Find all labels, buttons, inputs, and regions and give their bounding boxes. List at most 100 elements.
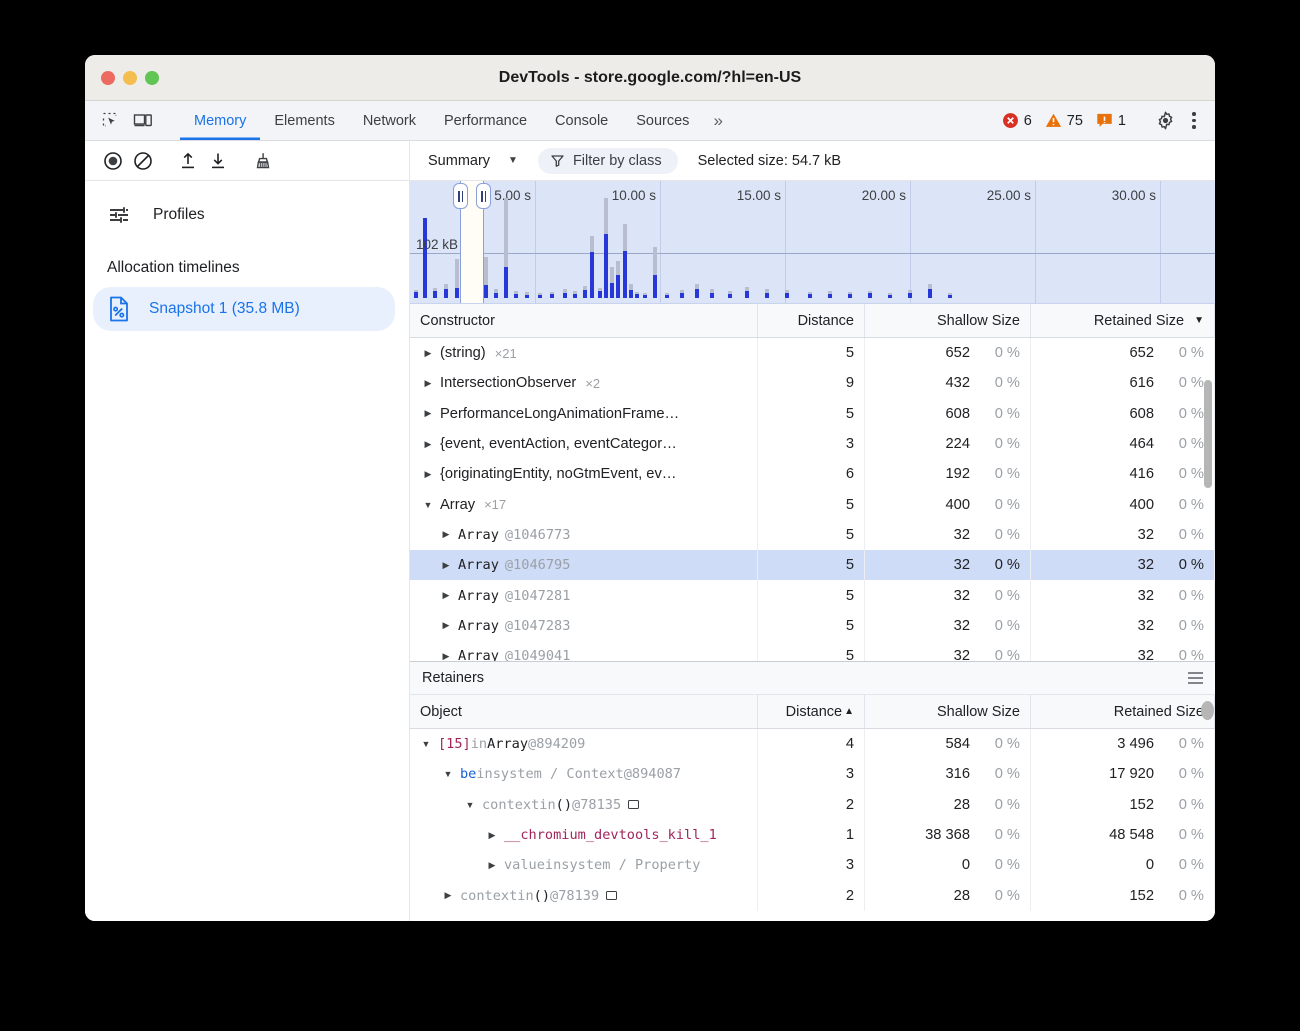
close-button[interactable] (101, 71, 115, 85)
expand-triangle-icon[interactable]: ▶ (420, 439, 436, 450)
retained-size-value: 48 548 (1109, 827, 1154, 843)
collect-garbage-broom-icon[interactable] (249, 148, 277, 174)
tab-elements[interactable]: Elements (260, 101, 348, 140)
expand-triangle-icon[interactable]: ▶ (420, 348, 436, 359)
table-row[interactable]: ▶{event, eventAction, eventCategor…32240… (410, 429, 1215, 459)
more-tabs-button[interactable]: » (703, 101, 732, 140)
expand-triangle-icon[interactable]: ▶ (484, 830, 500, 841)
table-row[interactable]: ▶__chromium_devtools_kill_1138 3680 %48 … (410, 820, 1215, 850)
retained-size-value: 652 (1129, 345, 1154, 361)
expand-triangle-icon[interactable]: ▶ (440, 890, 456, 901)
device-toolbar-icon[interactable] (129, 108, 157, 134)
tab-sources[interactable]: Sources (622, 101, 703, 140)
retained-size-percent: 0 % (1158, 588, 1204, 604)
table-row[interactable]: ▶context in () @781392280 %1520 % (410, 880, 1215, 910)
constructor-cell: ▶Array @1046795 (410, 550, 758, 580)
clear-profiles-icon[interactable] (129, 148, 157, 174)
constructors-scrollbar[interactable] (1200, 304, 1215, 661)
retainers-scrollbar-thumb[interactable] (1201, 701, 1214, 720)
record-heap-allocations-icon[interactable] (99, 148, 127, 174)
overview-bar (455, 288, 459, 298)
table-row[interactable]: ▶PerformanceLongAnimationFrame…56080 %60… (410, 399, 1215, 429)
distance-cell: 5 (758, 338, 865, 368)
info-badge[interactable]: 1 (1091, 112, 1131, 129)
devtools-body: Profiles Allocation timelines Snapshot 1… (85, 181, 1215, 921)
tab-console[interactable]: Console (541, 101, 622, 140)
table-row[interactable]: ▶Array @10467735320 %320 % (410, 520, 1215, 550)
overview-bar (908, 293, 912, 298)
allocation-timeline-overview[interactable]: 5.00 s10.00 s15.00 s20.00 s25.00 s30.00 … (410, 181, 1215, 304)
table-row[interactable]: ▼context in () @781352280 %1520 % (410, 790, 1215, 820)
col-distance[interactable]: Distance (758, 304, 865, 337)
table-row[interactable]: ▶{originatingEntity, noGtmEvent, ev…6192… (410, 459, 1215, 489)
overview-selection-handle-left[interactable] (453, 183, 468, 209)
collapse-triangle-icon[interactable]: ▼ (418, 739, 434, 749)
table-row[interactable]: ▼Array×1754000 %4000 % (410, 489, 1215, 519)
expand-triangle-icon[interactable]: ▶ (438, 620, 454, 631)
table-row[interactable]: ▼be in system / Context @89408733160 %17… (410, 759, 1215, 789)
kebab-menu-icon[interactable] (1183, 112, 1205, 129)
col-shallow-size[interactable]: Shallow Size (865, 304, 1031, 337)
expand-triangle-icon[interactable]: ▶ (420, 378, 436, 389)
sidebar-item-profiles[interactable]: Profiles (85, 193, 409, 237)
collapse-triangle-icon[interactable]: ▼ (462, 800, 478, 810)
save-profile-icon[interactable] (204, 148, 232, 174)
table-row[interactable]: ▶value in system / Property300 %00 % (410, 850, 1215, 880)
retained-size-value: 0 (1146, 857, 1154, 873)
table-row[interactable]: ▶Array @10472815320 %320 % (410, 580, 1215, 610)
inspect-element-icon[interactable] (97, 108, 125, 134)
shallow-size-percent: 0 % (974, 648, 1020, 661)
overview-bar (414, 292, 418, 298)
expand-triangle-icon[interactable]: ▶ (438, 651, 454, 661)
expand-triangle-icon[interactable]: ▶ (438, 529, 454, 540)
load-profile-icon[interactable] (174, 148, 202, 174)
maximize-button[interactable] (145, 71, 159, 85)
col-retained-size[interactable]: Retained Size ▼ (1031, 304, 1215, 337)
retainers-menu-icon[interactable] (1188, 672, 1203, 683)
expand-triangle-icon[interactable]: ▶ (420, 469, 436, 480)
object-cell: ▼be in system / Context @894087 (410, 759, 758, 789)
tab-performance[interactable]: Performance (430, 101, 541, 140)
col-object[interactable]: Object (410, 695, 758, 728)
expand-triangle-icon[interactable]: ▶ (420, 408, 436, 419)
constructors-scrollbar-thumb[interactable] (1204, 380, 1212, 488)
retainer-in-keyword: in (545, 857, 561, 873)
tab-memory[interactable]: Memory (180, 101, 260, 140)
overview-bar (525, 295, 529, 298)
col-retainer-retained-size[interactable]: Retained Size (1031, 695, 1215, 728)
tab-network[interactable]: Network (349, 101, 430, 140)
error-badge[interactable]: 6 (997, 112, 1037, 129)
devtools-tab-bar: Memory Elements Network Performance Cons… (85, 101, 1215, 141)
retainers-rows[interactable]: ▼[15] in Array @89420945840 %3 4960 %▼be… (410, 729, 1215, 921)
sidebar-item-snapshot-1[interactable]: Snapshot 1 (35.8 MB) (93, 287, 395, 331)
table-row[interactable]: ▶(string)×2156520 %6520 % (410, 338, 1215, 368)
expand-triangle-icon[interactable]: ▶ (438, 560, 454, 571)
summary-controls: Summary ▼ Filter by class Selected size:… (410, 141, 1215, 180)
table-row[interactable]: ▶IntersectionObserver×294320 %6160 % (410, 368, 1215, 398)
expand-triangle-icon[interactable]: ▶ (484, 860, 500, 871)
collapse-triangle-icon[interactable]: ▼ (440, 769, 456, 779)
table-row[interactable]: ▶Array @10490415320 %320 % (410, 641, 1215, 661)
col-retainer-shallow-size[interactable]: Shallow Size (865, 695, 1031, 728)
collapse-triangle-icon[interactable]: ▼ (420, 500, 436, 510)
col-retainer-shallow-size-label: Shallow Size (937, 704, 1020, 720)
overview-bar (948, 295, 952, 298)
tab-console-label: Console (555, 113, 608, 129)
table-row[interactable]: ▼[15] in Array @89420945840 %3 4960 % (410, 729, 1215, 759)
expand-triangle-icon[interactable]: ▶ (438, 590, 454, 601)
gear-icon[interactable] (1150, 107, 1180, 135)
retainers-scrollbar[interactable] (1200, 695, 1215, 921)
col-constructor[interactable]: Constructor (410, 304, 758, 337)
col-retainer-distance[interactable]: Distance ▲ (758, 695, 865, 728)
object-address: @894087 (624, 766, 681, 782)
view-select[interactable]: Summary ▼ (424, 150, 522, 172)
table-row[interactable]: ▶Array @10472835320 %320 % (410, 611, 1215, 641)
table-row[interactable]: ▶Array @10467955320 %320 % (410, 550, 1215, 580)
overview-selection-handle-right[interactable] (476, 183, 491, 209)
filter-by-class-button[interactable]: Filter by class (538, 148, 678, 174)
constructors-panel: Constructor Distance Shallow Size Retain… (410, 304, 1215, 661)
minimize-button[interactable] (123, 71, 137, 85)
constructors-rows[interactable]: ▶(string)×2156520 %6520 %▶IntersectionOb… (410, 338, 1215, 661)
constructor-name: Array (458, 618, 499, 634)
warning-badge[interactable]: 75 (1040, 112, 1088, 129)
